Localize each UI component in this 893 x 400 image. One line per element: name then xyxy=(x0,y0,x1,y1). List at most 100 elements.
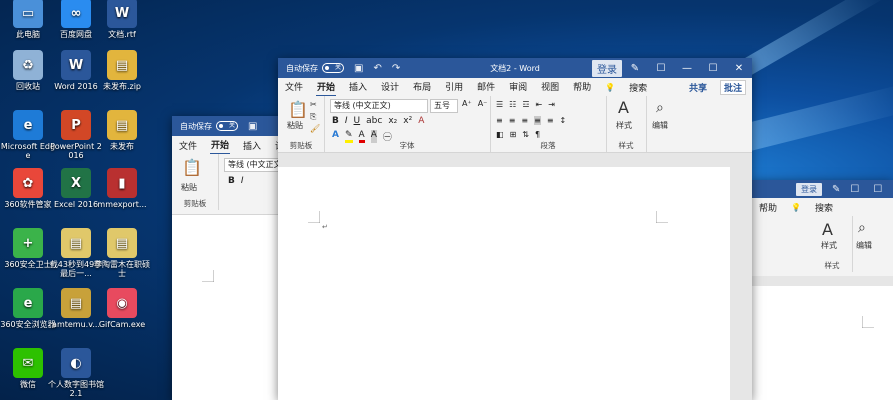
word-window-back[interactable]: 自动保存 关 ▣ 文件开始插入设 📋 粘贴 剪贴板 等线 (中文正文 B I xyxy=(172,116,292,400)
save-icon[interactable]: ▣ xyxy=(248,121,257,132)
redo-icon[interactable]: ↷ xyxy=(392,63,400,74)
tab-2[interactable]: 插入 xyxy=(348,78,368,97)
subscript-icon[interactable]: x₂ xyxy=(388,116,397,126)
tab-1[interactable]: 开始 xyxy=(210,136,231,155)
paste-label[interactable]: 粘贴 xyxy=(287,120,303,131)
styles-label[interactable]: 样式 xyxy=(821,240,837,251)
tab-3[interactable]: 设计 xyxy=(380,78,400,97)
desktop-icon[interactable]: ▮ mmexport... xyxy=(94,168,150,209)
search-tab[interactable]: 搜索 xyxy=(628,79,648,96)
show-marks-icon[interactable]: ¶ xyxy=(535,130,540,139)
increase-indent-icon[interactable]: ⇥ xyxy=(548,100,555,109)
paste-icon[interactable]: 📋 xyxy=(182,158,202,177)
edit-label[interactable]: 编辑 xyxy=(856,240,872,251)
document-area[interactable] xyxy=(752,276,893,400)
borders-icon[interactable]: ⊞ xyxy=(510,130,517,139)
tab-1[interactable]: 开始 xyxy=(316,78,337,97)
tab-help[interactable]: 帮助 xyxy=(758,199,778,216)
document-area[interactable] xyxy=(172,230,292,400)
maximize-icon[interactable]: ☐ xyxy=(850,184,859,195)
styles-icon[interactable]: A xyxy=(822,220,833,239)
shading-icon[interactable]: ◧ xyxy=(496,130,504,139)
document-area[interactable]: ↵ xyxy=(278,153,752,400)
pen-icon[interactable]: ✎ xyxy=(832,184,840,195)
clear-format-icon[interactable]: A xyxy=(418,116,424,126)
align-center-icon[interactable]: ≡ xyxy=(509,116,516,125)
desktop-icon[interactable]: ◐ 个人数字图书馆2.1 xyxy=(48,348,104,398)
justify-icon[interactable]: ≡ xyxy=(534,116,541,125)
tab-0[interactable]: 文件 xyxy=(178,137,198,154)
paste-label[interactable]: 粘贴 xyxy=(181,182,197,193)
lightbulb-icon[interactable]: 💡 xyxy=(604,81,616,94)
align-left-icon[interactable]: ≡ xyxy=(496,116,503,125)
save-icon[interactable]: ▣ xyxy=(354,63,363,74)
ribbon-display-icon[interactable]: ☐ xyxy=(648,63,674,74)
desktop-icon-image: e xyxy=(13,288,43,318)
edit-icon[interactable]: ⌕ xyxy=(858,220,866,236)
bold-button[interactable]: B xyxy=(332,116,339,126)
login-button[interactable]: 登录 xyxy=(796,182,822,196)
styles-label[interactable]: 样式 xyxy=(616,120,632,131)
restore-icon[interactable]: ☐ xyxy=(873,184,882,195)
comment-button[interactable]: 批注 xyxy=(719,79,746,95)
login-button[interactable]: 登录 xyxy=(592,59,622,77)
desktop-icon[interactable]: ▤ 李陶雷木在职硕士 xyxy=(94,228,150,278)
desktop-icon[interactable]: ▤ 未发布 xyxy=(94,110,150,151)
close-button[interactable]: ✕ xyxy=(726,63,752,74)
font-size-box[interactable]: 五号 xyxy=(430,99,458,113)
clipboard-group: 📋 粘贴 ✂ ⎘ 🖌 剪贴板 xyxy=(278,96,325,152)
search-tab[interactable]: 搜索 xyxy=(814,199,834,216)
align-right-icon[interactable]: ≡ xyxy=(521,116,528,125)
bullets-icon[interactable]: ☰ xyxy=(496,100,503,109)
toggle-switch[interactable]: 关 xyxy=(322,63,344,73)
superscript-icon[interactable]: x² xyxy=(403,116,412,126)
word-window-main[interactable]: 自动保存 关 ▣ ↶ ↷ 文档2 - Word 登录 ✎ ☐ — ☐ ✕ 文件开… xyxy=(278,58,752,400)
multilevel-list-icon[interactable]: ☲ xyxy=(522,100,529,109)
italic-button[interactable]: I xyxy=(241,176,244,186)
word-window-right[interactable]: 登录 ✎ ☐ ☐ 帮助 💡 搜索 A 样式 样式 ⌕ 编辑 xyxy=(752,180,893,400)
grow-font-icon[interactable]: A⁺ xyxy=(462,99,472,108)
maximize-button[interactable]: ☐ xyxy=(700,63,726,74)
font-name-box[interactable]: 等线 (中文正文) xyxy=(330,99,428,113)
pen-icon[interactable]: ✎ xyxy=(622,63,648,74)
strikethrough-icon[interactable]: abc xyxy=(366,116,382,126)
format-buttons: B I xyxy=(228,176,244,186)
copy-icon[interactable]: ⎘ xyxy=(310,112,316,122)
sort-icon[interactable]: ⇅ xyxy=(522,130,529,139)
cut-icon[interactable]: ✂ xyxy=(310,100,317,109)
tab-2[interactable]: 插入 xyxy=(242,137,262,154)
desktop-icon[interactable]: ◉ GifCam.exe xyxy=(94,288,150,329)
tab-6[interactable]: 邮件 xyxy=(476,78,496,97)
tab-9[interactable]: 帮助 xyxy=(572,78,592,97)
decrease-indent-icon[interactable]: ⇤ xyxy=(536,100,543,109)
format-painter-icon[interactable]: 🖌 xyxy=(310,124,320,133)
numbering-icon[interactable]: ☷ xyxy=(509,100,516,109)
tab-4[interactable]: 布局 xyxy=(412,78,432,97)
tab-5[interactable]: 引用 xyxy=(444,78,464,97)
minimize-button[interactable]: — xyxy=(674,63,700,74)
italic-button[interactable]: I xyxy=(345,116,348,126)
paragraph-group: ☰ ☷ ☲ ⇤ ⇥ ≡ ≡ ≡ ≡ ≡ ↕ ◧ ⊞ ⇅ ¶ 段落 xyxy=(490,96,607,152)
vertical-scrollbar[interactable] xyxy=(730,153,752,400)
share-button[interactable]: 共享 xyxy=(688,79,708,96)
desktop-icon[interactable]: ▤ 未发布.zip xyxy=(94,50,150,91)
tab-0[interactable]: 文件 xyxy=(284,78,304,97)
shrink-font-icon[interactable]: A⁻ xyxy=(478,99,488,108)
distributed-icon[interactable]: ≡ xyxy=(547,116,554,125)
toggle-switch[interactable]: 关 xyxy=(216,121,238,131)
lightbulb-icon[interactable]: 💡 xyxy=(790,201,802,214)
tab-7[interactable]: 审阅 xyxy=(508,78,528,97)
underline-button[interactable]: U xyxy=(354,116,361,126)
styles-icon[interactable]: A xyxy=(618,98,629,117)
desktop-icon[interactable]: W 文档.rtf xyxy=(94,0,150,39)
edit-label[interactable]: 编辑 xyxy=(652,120,668,131)
autosave-toggle[interactable]: 自动保存 关 xyxy=(180,121,238,132)
tab-8[interactable]: 视图 xyxy=(540,78,560,97)
line-spacing-icon[interactable]: ↕ xyxy=(560,116,567,125)
autosave-toggle[interactable]: 自动保存 关 xyxy=(286,63,344,74)
bold-button[interactable]: B xyxy=(228,176,235,186)
page[interactable]: ↵ xyxy=(278,167,730,400)
paste-icon[interactable]: 📋 xyxy=(288,100,308,119)
undo-icon[interactable]: ↶ xyxy=(373,63,381,74)
edit-icon[interactable]: ⌕ xyxy=(656,100,664,116)
